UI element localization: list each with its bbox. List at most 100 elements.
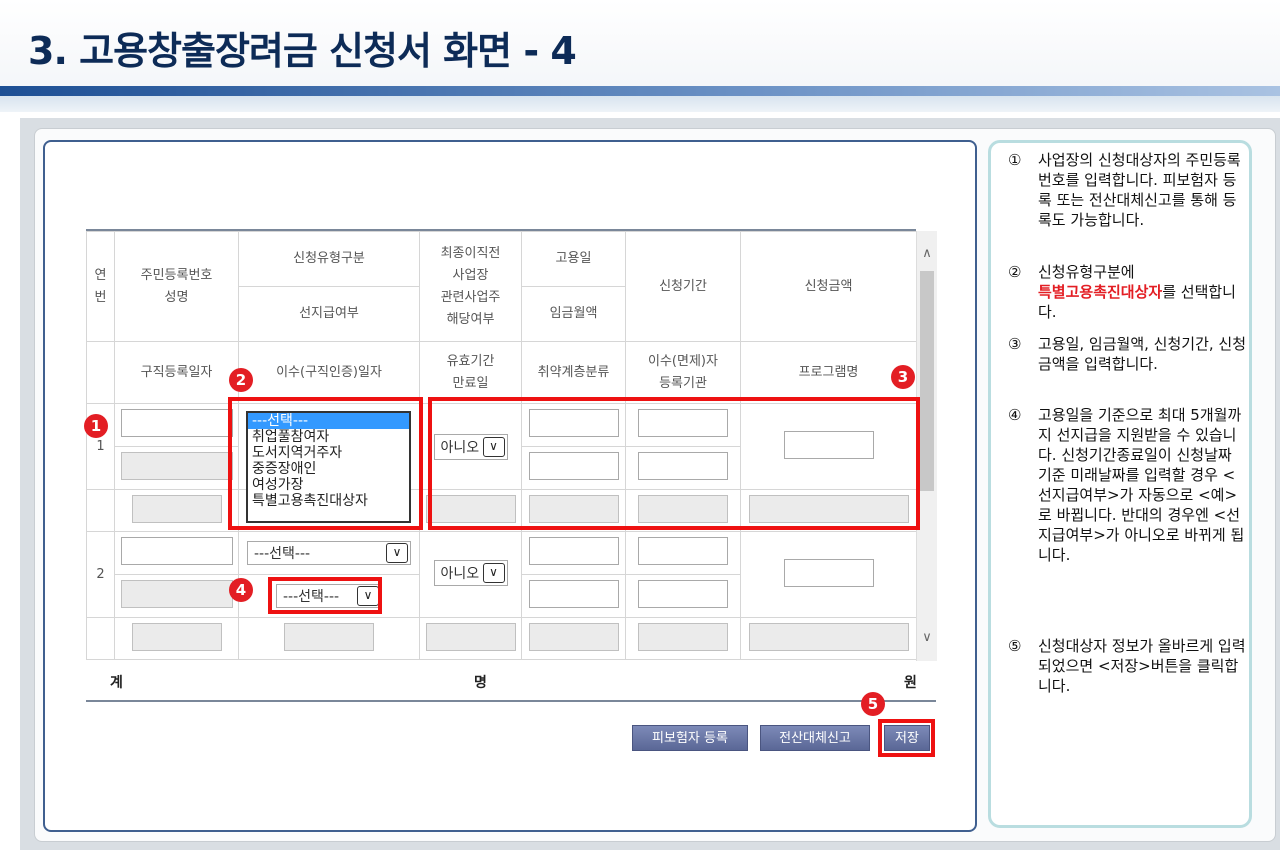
highlight-type	[228, 397, 423, 530]
header-no: 연번	[86, 231, 115, 342]
row2-period-cell	[625, 531, 741, 575]
step-badge-4: 4	[229, 578, 253, 602]
header-last-3: 관련사업주	[440, 289, 501, 305]
row2-amount-input[interactable]	[783, 558, 874, 587]
row2-rrn-input[interactable]	[120, 537, 233, 565]
header-last-2: 사업장	[452, 267, 489, 283]
header-inst: 이수(면제)자등록기관	[625, 341, 741, 404]
header-valid: 유효기간만료일	[419, 341, 522, 404]
row2-vuln-input[interactable]	[528, 622, 619, 651]
row2-rrn-cell	[114, 531, 239, 575]
row1-blank	[86, 489, 115, 532]
row2-jobreg-input[interactable]	[131, 622, 222, 651]
header-last-4: 해당여부	[446, 311, 495, 327]
row2-period-end-cell	[625, 574, 741, 618]
row2-complete-cell	[238, 617, 420, 660]
title-bar: 3. 고용창출장려금 신청서 화면 - 4	[0, 0, 1280, 86]
highlight-inputs	[428, 397, 920, 530]
row2-hire-input[interactable]	[528, 537, 619, 565]
header-inst-1: 이수(면제)자	[648, 353, 718, 369]
row2-related-value: 아니오	[440, 566, 480, 582]
row1-jobreg-input[interactable]	[131, 494, 222, 523]
row2-type-cell: ---선택--- ∨	[238, 531, 420, 575]
guide-text-4: 고용일을 기준으로 최대 5개월까지 선지급을 지원받을 수 있습니다. 신청기…	[1038, 406, 1245, 564]
header-hire: 고용일	[521, 231, 626, 287]
total-label: 계	[110, 675, 123, 691]
header-complete: 이수(구직인증)일자	[238, 341, 420, 404]
row2-valid-cell	[419, 617, 522, 660]
row2-period-start[interactable]	[638, 537, 728, 565]
row1-rrn-input[interactable]	[120, 409, 233, 437]
header-prepay: 선지급여부	[238, 286, 420, 342]
header-name: 성명	[164, 289, 189, 305]
page-title: 3. 고용창출장려금 신청서 화면 - 4	[28, 29, 577, 73]
total-row: 계 명 원	[86, 664, 936, 702]
header-valid-1: 유효기간	[446, 353, 495, 369]
row2-type-select[interactable]: ---선택--- ∨	[247, 541, 411, 565]
header-rrn: 주민등록번호	[140, 267, 213, 283]
row2-wage-input[interactable]	[528, 580, 619, 608]
header-last-1: 최종이직전	[440, 245, 501, 261]
guide-num-4: ④	[1008, 406, 1022, 424]
row1-name-cell	[114, 446, 239, 490]
row2-program-input[interactable]	[748, 622, 909, 651]
header-vuln: 취약계층분류	[521, 341, 626, 404]
row2-wage-cell	[521, 574, 626, 618]
row2-related-select[interactable]: 아니오 ∨	[433, 560, 508, 586]
row1-rrn-cell	[114, 403, 239, 447]
header-rrn-name: 주민등록번호성명	[114, 231, 239, 342]
total-amount-unit: 원	[904, 675, 917, 691]
chevron-down-icon: ∨	[482, 563, 505, 583]
row2-hire-cell	[521, 531, 626, 575]
highlight-prepay	[268, 577, 382, 614]
row2-program-cell	[740, 617, 916, 660]
register-insured-button[interactable]: 피보험자 등록	[632, 725, 748, 751]
header-period: 신청기간	[625, 231, 741, 342]
row1-jobreg-cell	[114, 489, 239, 532]
title-stripe	[0, 86, 1280, 96]
batch-report-button[interactable]: 전산대체신고	[760, 725, 870, 751]
header-last: 최종이직전사업장관련사업주해당여부	[419, 231, 522, 342]
guide-text-5: 신청대상자 정보가 올바르게 입력되었으면 <저장>버튼을 클릭합니다.	[1038, 637, 1246, 695]
guide-text-2-pre: 신청유형구분에	[1038, 263, 1135, 281]
row2-type-value: ---선택---	[254, 546, 311, 562]
guide-text-3: 고용일, 임금월액, 신청기간, 신청금액을 입력합니다.	[1038, 335, 1247, 373]
row2-valid-input[interactable]	[425, 622, 516, 651]
guide-num-3: ③	[1008, 335, 1022, 353]
step-badge-3: 3	[891, 365, 915, 389]
chevron-up-icon[interactable]: ∧	[920, 247, 934, 261]
guide-num-2: ②	[1008, 263, 1022, 281]
guide-text-2: 신청유형구분에 특별고용촉진대상자를 선택합니다.	[1038, 262, 1248, 322]
scroll-thumb[interactable]	[920, 271, 934, 491]
guide-text-1: 사업장의 신청대상자의 주민등록번호를 입력합니다. 피보험자 등록 또는 전산…	[1038, 151, 1241, 229]
header-wage: 임금월액	[521, 286, 626, 342]
chevron-down-icon[interactable]: ∨	[920, 631, 934, 645]
step-badge-2: 2	[229, 368, 253, 392]
header-jobreg: 구직등록일자	[114, 341, 239, 404]
row2-complete-input[interactable]	[284, 622, 374, 651]
step-badge-5: 5	[861, 692, 885, 716]
row2-inst-input[interactable]	[638, 622, 728, 651]
header-valid-2: 만료일	[452, 375, 489, 391]
row2-name-cell	[114, 574, 239, 618]
step-badge-1: 1	[84, 414, 108, 438]
row2-name-input[interactable]	[120, 580, 233, 608]
total-people-unit: 명	[474, 675, 487, 691]
guide-num-1: ①	[1008, 151, 1022, 169]
row2-vuln-cell	[521, 617, 626, 660]
guide-num-5: ⑤	[1008, 637, 1022, 655]
header-amount: 신청금액	[740, 231, 916, 342]
header-blank	[86, 341, 115, 404]
header-no-text: 연번	[94, 267, 107, 305]
header-inst-2: 등록기관	[659, 375, 707, 391]
row2-no: 2	[86, 531, 115, 618]
row2-period-end[interactable]	[638, 580, 728, 608]
row2-inst-cell	[625, 617, 741, 660]
title-stripe-light	[0, 96, 1280, 112]
row2-blank	[86, 617, 115, 660]
row1-name-input[interactable]	[120, 452, 233, 480]
row2-amount-cell	[740, 531, 916, 618]
header-program: 프로그램명	[740, 341, 916, 404]
chevron-down-icon: ∨	[386, 543, 408, 563]
header-type: 신청유형구분	[238, 231, 420, 287]
